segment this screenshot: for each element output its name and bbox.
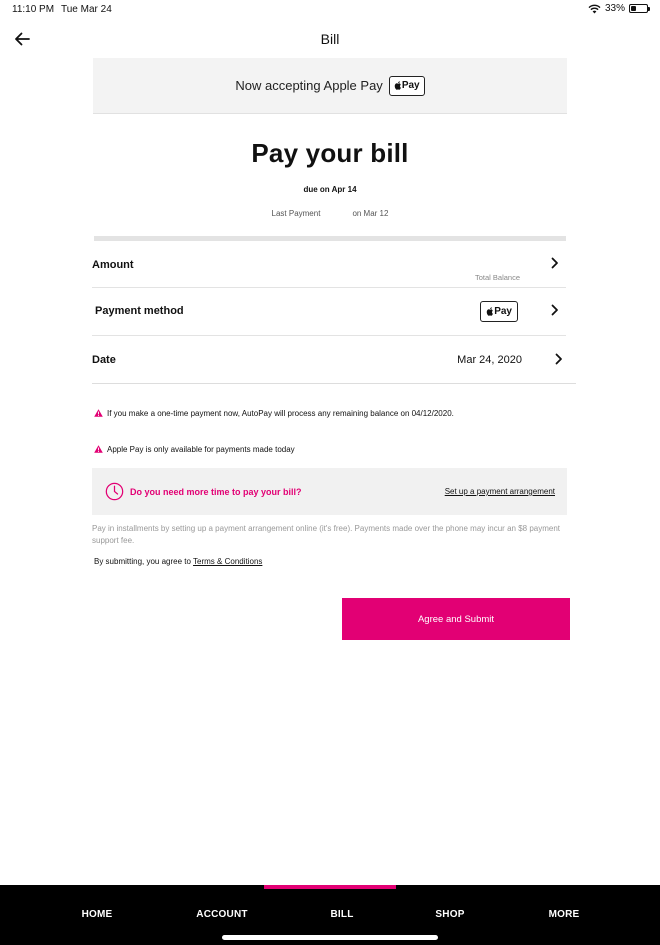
- header: Bill: [0, 24, 660, 54]
- date-label: Date: [92, 354, 116, 366]
- nav-home[interactable]: HOME: [57, 909, 137, 920]
- status-date: Tue Mar 24: [61, 4, 112, 15]
- chevron-right-icon: [554, 352, 564, 366]
- warning-icon: [94, 445, 103, 453]
- last-payment-date: on Mar 12: [352, 209, 389, 218]
- nav-bill[interactable]: BILL: [302, 909, 382, 920]
- status-time: 11:10 PM: [12, 4, 55, 15]
- page-title: Bill: [320, 31, 340, 47]
- apple-logo-icon: [394, 81, 401, 90]
- chevron-right-icon: [550, 256, 560, 270]
- due-date: due on Apr 14: [303, 185, 357, 194]
- home-indicator[interactable]: [222, 935, 438, 940]
- installments-note: Pay in installments by setting up a paym…: [92, 524, 560, 545]
- payment-arrangement-link[interactable]: Set up a payment arrangement: [445, 487, 555, 496]
- status-right: 33%: [588, 3, 650, 14]
- amount-sub-label: Total Balance: [474, 273, 520, 282]
- apple-pay-banner-text: Now accepting Apple Pay: [235, 78, 383, 93]
- pay-your-bill-heading: Pay your bill: [251, 138, 409, 168]
- apple-pay-badge-text: Pay: [401, 80, 420, 91]
- apple-pay-warning-text: Apple Pay is only available for payments…: [107, 445, 295, 454]
- apple-logo-icon: [486, 307, 494, 316]
- nav-account[interactable]: ACCOUNT: [182, 909, 262, 920]
- clock-icon: [105, 482, 124, 501]
- payment-method-label: Payment method: [95, 305, 184, 317]
- terms-line: By submitting, you agree to Terms & Cond…: [94, 557, 262, 566]
- payment-arrangement-box: Do you need more time to pay your bill? …: [92, 468, 567, 515]
- apple-pay-warning: Apple Pay is only available for payments…: [94, 444, 454, 456]
- date-value: Mar 24, 2020: [457, 354, 522, 366]
- chevron-right-icon: [550, 303, 560, 317]
- status-bar: 11:10 PM Tue Mar 24 33%: [0, 0, 660, 20]
- payment-method-apple-pay-badge: Pay: [480, 301, 518, 322]
- nav-more[interactable]: MORE: [524, 909, 604, 920]
- warning-icon: [94, 409, 103, 417]
- apple-pay-banner: Now accepting Apple Pay Pay: [93, 58, 567, 114]
- payment-method-row[interactable]: Payment method Pay: [92, 289, 566, 336]
- more-time-question: Do you need more time to pay your bill?: [130, 486, 302, 497]
- section-divider: [94, 236, 566, 241]
- active-tab-indicator: [264, 885, 396, 889]
- wifi-icon: [588, 4, 601, 13]
- amount-row[interactable]: Amount Total Balance: [92, 244, 566, 288]
- autopay-warning-text: If you make a one-time payment now, Auto…: [107, 409, 454, 418]
- apple-pay-badge: Pay: [388, 75, 425, 96]
- payment-method-badge-text: Pay: [494, 306, 512, 317]
- battery-fill: [631, 6, 636, 11]
- autopay-warning: If you make a one-time payment now, Auto…: [94, 408, 454, 420]
- battery-icon: [629, 4, 650, 13]
- amount-label: Amount: [92, 259, 134, 271]
- date-row[interactable]: Date Mar 24, 2020: [92, 337, 576, 384]
- nav-shop[interactable]: SHOP: [410, 909, 490, 920]
- agree-and-submit-button[interactable]: Agree and Submit: [342, 598, 570, 640]
- last-payment: Last Payment on Mar 12: [0, 209, 660, 218]
- last-payment-label: Last Payment: [271, 209, 321, 218]
- battery-percent: 33%: [604, 3, 625, 14]
- terms-prefix: By submitting, you agree to: [94, 557, 191, 566]
- terms-conditions-link[interactable]: Terms & Conditions: [193, 557, 262, 566]
